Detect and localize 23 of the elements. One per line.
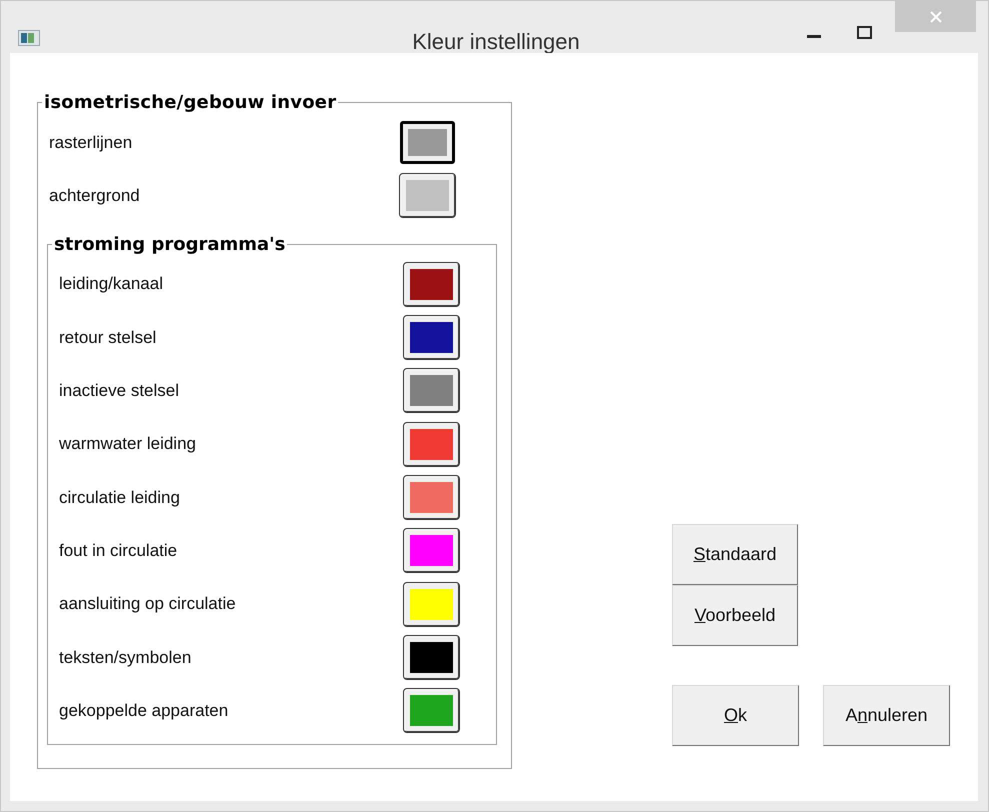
color-label: circulatie leiding (59, 486, 180, 509)
color-label: fout in circulatie (59, 540, 178, 562)
color-label: gekoppelde apparaten (59, 700, 228, 722)
color-label: teksten/symbolen (59, 646, 192, 669)
dialog-button[interactable]: Ok (672, 685, 799, 746)
color-label: rasterlijnen (49, 132, 132, 154)
color-label: aansluiting op circulatie (59, 593, 236, 616)
window-title: Kleur instellingen (411, 28, 581, 56)
action-button[interactable]: Voorbeeld (672, 585, 798, 646)
color-label: inactieve stelsel (59, 380, 180, 402)
color-label: retour stelsel (59, 326, 156, 349)
color-label: achtergrond (49, 185, 140, 208)
minimize-icon[interactable] (807, 35, 821, 39)
dialog-button[interactable]: Annuleren (823, 685, 950, 746)
group-title: stroming programma's (53, 232, 286, 257)
maximize-icon[interactable] (857, 26, 872, 39)
color-button[interactable] (400, 121, 455, 164)
group-title: isometrische/gebouw invoer (43, 91, 338, 115)
close-icon (928, 10, 942, 24)
app-icon (18, 30, 40, 46)
color-label: warmwater leiding (59, 433, 196, 456)
action-button[interactable]: Standaard (672, 524, 798, 585)
color-label: leiding/kanaal (59, 273, 163, 296)
